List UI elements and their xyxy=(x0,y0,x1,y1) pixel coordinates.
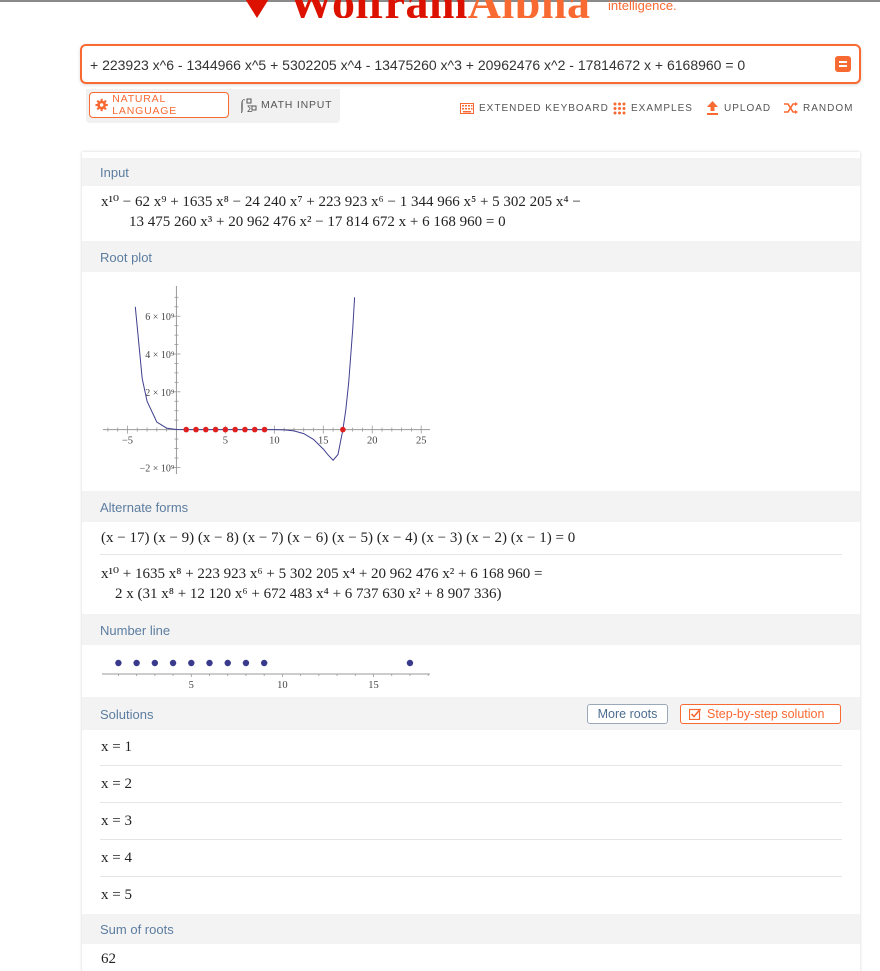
root-plot-chart: −5 5 10 15 20 256 × 10⁹4 × 10⁹2 × 10⁹−2 × 10⁹ xyxy=(103,286,430,474)
root-point xyxy=(183,426,190,433)
root-point xyxy=(222,426,229,433)
pod-title-input: Input xyxy=(100,165,129,180)
pod-header-sum-of-roots: Sum of roots xyxy=(82,914,860,944)
tab-natural-language[interactable]: NATURAL LANGUAGE xyxy=(89,92,229,118)
sum-of-roots-value: 62 xyxy=(101,951,116,967)
root-point xyxy=(202,426,209,433)
shuffle-icon xyxy=(784,102,798,114)
y-tick-label: 4 × 10⁹ xyxy=(145,350,175,361)
number-line-tick-label: 15 xyxy=(368,680,379,690)
solution-item: x = 3 xyxy=(101,813,132,829)
tab-math-input[interactable]: ∫ Σ MATH INPUT xyxy=(240,92,332,118)
number-line-point xyxy=(242,659,250,667)
divider xyxy=(100,802,842,803)
pod-header-root-plot: Root plot xyxy=(82,241,860,272)
tab-natural-language-label: NATURAL LANGUAGE xyxy=(112,93,178,117)
y-tick-label: −2 × 10⁹ xyxy=(140,463,175,474)
root-point xyxy=(251,426,258,433)
y-tick-label: 6 × 10⁹ xyxy=(145,312,175,323)
pod-title-sum-of-roots: Sum of roots xyxy=(100,922,174,937)
number-line-point xyxy=(151,659,159,667)
divider xyxy=(100,876,842,877)
examples-button[interactable]: EXAMPLES xyxy=(613,101,693,115)
pod-title-root-plot: Root plot xyxy=(100,250,153,265)
math-input-icon: ∫ Σ xyxy=(240,98,257,113)
search-input[interactable]: + 223923 x^6 - 1344966 x^5 + 5302205 x^4… xyxy=(90,57,825,73)
number-line-point xyxy=(169,659,177,667)
root-point xyxy=(212,426,219,433)
upload-button[interactable]: UPLOAD xyxy=(706,101,771,115)
results-panel: Input x¹⁰ − 62 x⁹ + 1635 x⁸ − 24 240 x⁷ … xyxy=(82,152,860,971)
pod-title-number-line: Number line xyxy=(100,623,171,638)
step-by-step-button[interactable]: Step-by-step solution xyxy=(680,704,841,724)
tab-math-input-label: MATH INPUT xyxy=(261,99,333,111)
divider xyxy=(100,765,842,766)
number-line-point xyxy=(188,659,195,667)
pod-header-input: Input xyxy=(82,158,860,186)
compute-button[interactable] xyxy=(835,56,851,72)
upload-icon xyxy=(707,101,718,115)
x-tick-label: −5 xyxy=(122,436,133,447)
number-line-point xyxy=(224,659,231,667)
input-mode-tabs: NATURAL LANGUAGE ∫ Σ MATH INPUT xyxy=(86,89,340,123)
input-equation-line2: 13 475 260 x³ + 20 962 476 x² − 17 814 6… xyxy=(129,214,506,230)
solution-item: x = 1 xyxy=(101,739,132,755)
root-point xyxy=(340,426,346,433)
divider xyxy=(100,839,842,840)
gear-icon xyxy=(95,98,108,112)
alternate-form-factored: (x − 17) (x − 9) (x − 8) (x − 7) (x − 6)… xyxy=(101,530,576,546)
more-roots-button[interactable]: More roots xyxy=(587,704,668,724)
random-label: RANDOM xyxy=(803,102,854,114)
input-equation-line1: x¹⁰ − 62 x⁹ + 1635 x⁸ − 24 240 x⁷ + 223 … xyxy=(101,194,581,210)
upload-label: UPLOAD xyxy=(724,102,772,114)
number-line-chart: 5 10 15 xyxy=(102,659,430,690)
random-button[interactable]: RANDOM xyxy=(784,101,853,115)
x-tick-label: 5 xyxy=(223,436,228,447)
x-tick-label: 20 xyxy=(367,436,378,447)
root-point xyxy=(232,426,238,433)
x-tick-label: 25 xyxy=(416,436,427,447)
logo-subtitle: intelligence. xyxy=(608,0,677,13)
number-line-tick-label: 10 xyxy=(277,680,288,690)
root-point xyxy=(193,426,199,433)
examples-label: EXAMPLES xyxy=(631,102,693,114)
grid-dots-icon xyxy=(613,102,626,114)
keyboard-icon xyxy=(460,102,474,114)
number-line-point xyxy=(260,659,268,667)
logo-star-icon xyxy=(245,0,269,18)
step-by-step-label: Step-by-step solution xyxy=(707,707,825,721)
logo[interactable]: WolframAlpha intelligence. xyxy=(236,0,706,18)
x-tick-label: 10 xyxy=(269,436,280,447)
extended-keyboard-button[interactable]: EXTENDED KEYBOARD xyxy=(460,101,609,115)
number-line-point xyxy=(406,659,414,667)
pod-header-number-line: Number line xyxy=(82,614,860,645)
checkbox-icon xyxy=(689,708,701,720)
root-point xyxy=(242,426,248,433)
alternate-form-expanded-line1: x¹⁰ + 1635 x⁸ + 223 923 x⁶ + 5 302 205 x… xyxy=(101,566,543,582)
y-tick-label: 2 × 10⁹ xyxy=(145,388,175,399)
extended-keyboard-label: EXTENDED KEYBOARD xyxy=(479,102,609,114)
pod-title-alternate-forms: Alternate forms xyxy=(100,500,189,515)
search-box[interactable]: + 223923 x^6 - 1344966 x^5 + 5302205 x^4… xyxy=(80,44,861,84)
root-point xyxy=(261,426,268,433)
solution-item: x = 5 xyxy=(101,887,132,903)
solution-item: x = 2 xyxy=(101,776,132,792)
number-line-point xyxy=(206,659,213,667)
pod-title-solutions: Solutions xyxy=(100,707,154,722)
alternate-form-expanded-line2: 2 x (31 x⁸ + 12 120 x⁶ + 672 483 x⁴ + 6 … xyxy=(115,586,502,602)
solution-item: x = 4 xyxy=(101,850,132,866)
divider xyxy=(100,554,842,555)
number-line-tick-label: 5 xyxy=(189,680,194,690)
number-line-point xyxy=(133,659,140,667)
number-line-point xyxy=(115,659,122,667)
logo-wordmark: WolframAlpha xyxy=(288,0,590,18)
svg-text:∫: ∫ xyxy=(240,98,246,113)
pod-header-alternate-forms: Alternate forms xyxy=(82,491,860,522)
